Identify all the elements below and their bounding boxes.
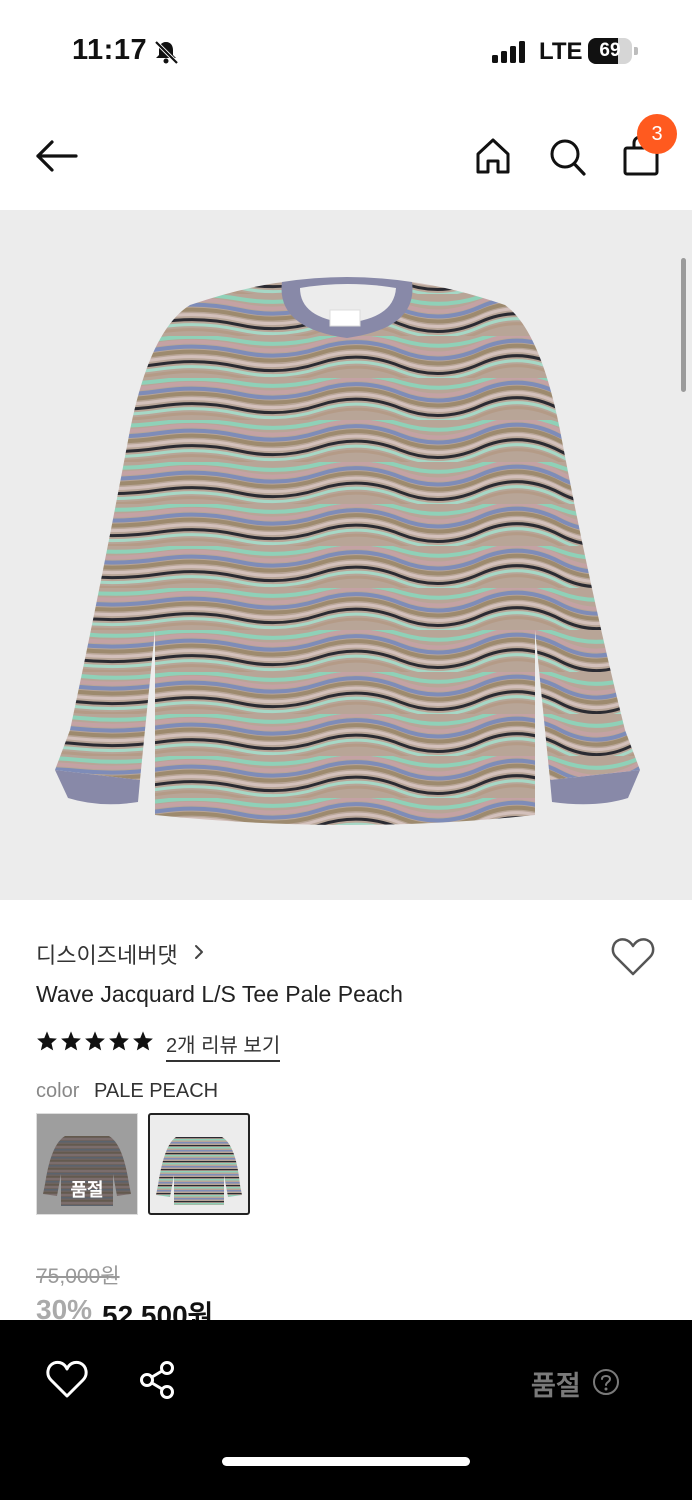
original-price: 75,000원	[36, 1265, 120, 1288]
home-icon[interactable]	[473, 134, 513, 178]
image-scrollbar[interactable]	[681, 258, 686, 392]
home-indicator[interactable]	[222, 1457, 470, 1466]
color-swatch-selected[interactable]	[148, 1113, 250, 1215]
search-icon[interactable]	[546, 134, 588, 178]
star-icon	[133, 1031, 153, 1051]
swatch-sweater-image	[156, 1137, 242, 1205]
brand-link[interactable]: 디스이즈네버댓	[36, 938, 178, 970]
star-icon	[37, 1031, 57, 1051]
network-type: LTE	[539, 38, 583, 65]
battery-level: 69	[599, 40, 621, 61]
star-icon	[85, 1031, 105, 1051]
color-label: color	[36, 1080, 80, 1102]
soldout-label: 품절	[70, 1180, 104, 1200]
color-value: PALE PEACH	[94, 1080, 219, 1102]
signal-icon	[492, 41, 525, 63]
star-icon	[61, 1031, 81, 1051]
chevron-right-icon[interactable]	[192, 942, 206, 962]
cart-count-badge: 3	[637, 114, 677, 154]
bell-slash-icon	[154, 40, 179, 65]
heart-icon[interactable]	[610, 936, 656, 978]
battery-icon: 69	[588, 38, 638, 64]
product-image[interactable]	[0, 210, 692, 900]
star-icon	[109, 1031, 129, 1051]
striped-sweater-image	[55, 277, 640, 825]
product-title: Wave Jacquard L/S Tee Pale Peach	[36, 981, 403, 1007]
help-circle-icon[interactable]	[592, 1368, 620, 1396]
back-arrow-icon[interactable]	[32, 136, 80, 176]
bottom-action-bar: 품절	[0, 1320, 692, 1500]
color-swatch-soldout[interactable]: 품절	[36, 1113, 138, 1215]
heart-icon[interactable]	[46, 1360, 88, 1400]
status-time: 11:17	[72, 34, 148, 66]
status-bar: 11:17 LTE 69	[0, 0, 692, 100]
share-icon[interactable]	[138, 1360, 178, 1400]
reviews-link[interactable]: 2개 리뷰 보기	[166, 1029, 281, 1062]
top-nav	[0, 100, 692, 210]
rating-stars	[36, 1030, 154, 1056]
soldout-button[interactable]: 품절	[531, 1364, 581, 1403]
